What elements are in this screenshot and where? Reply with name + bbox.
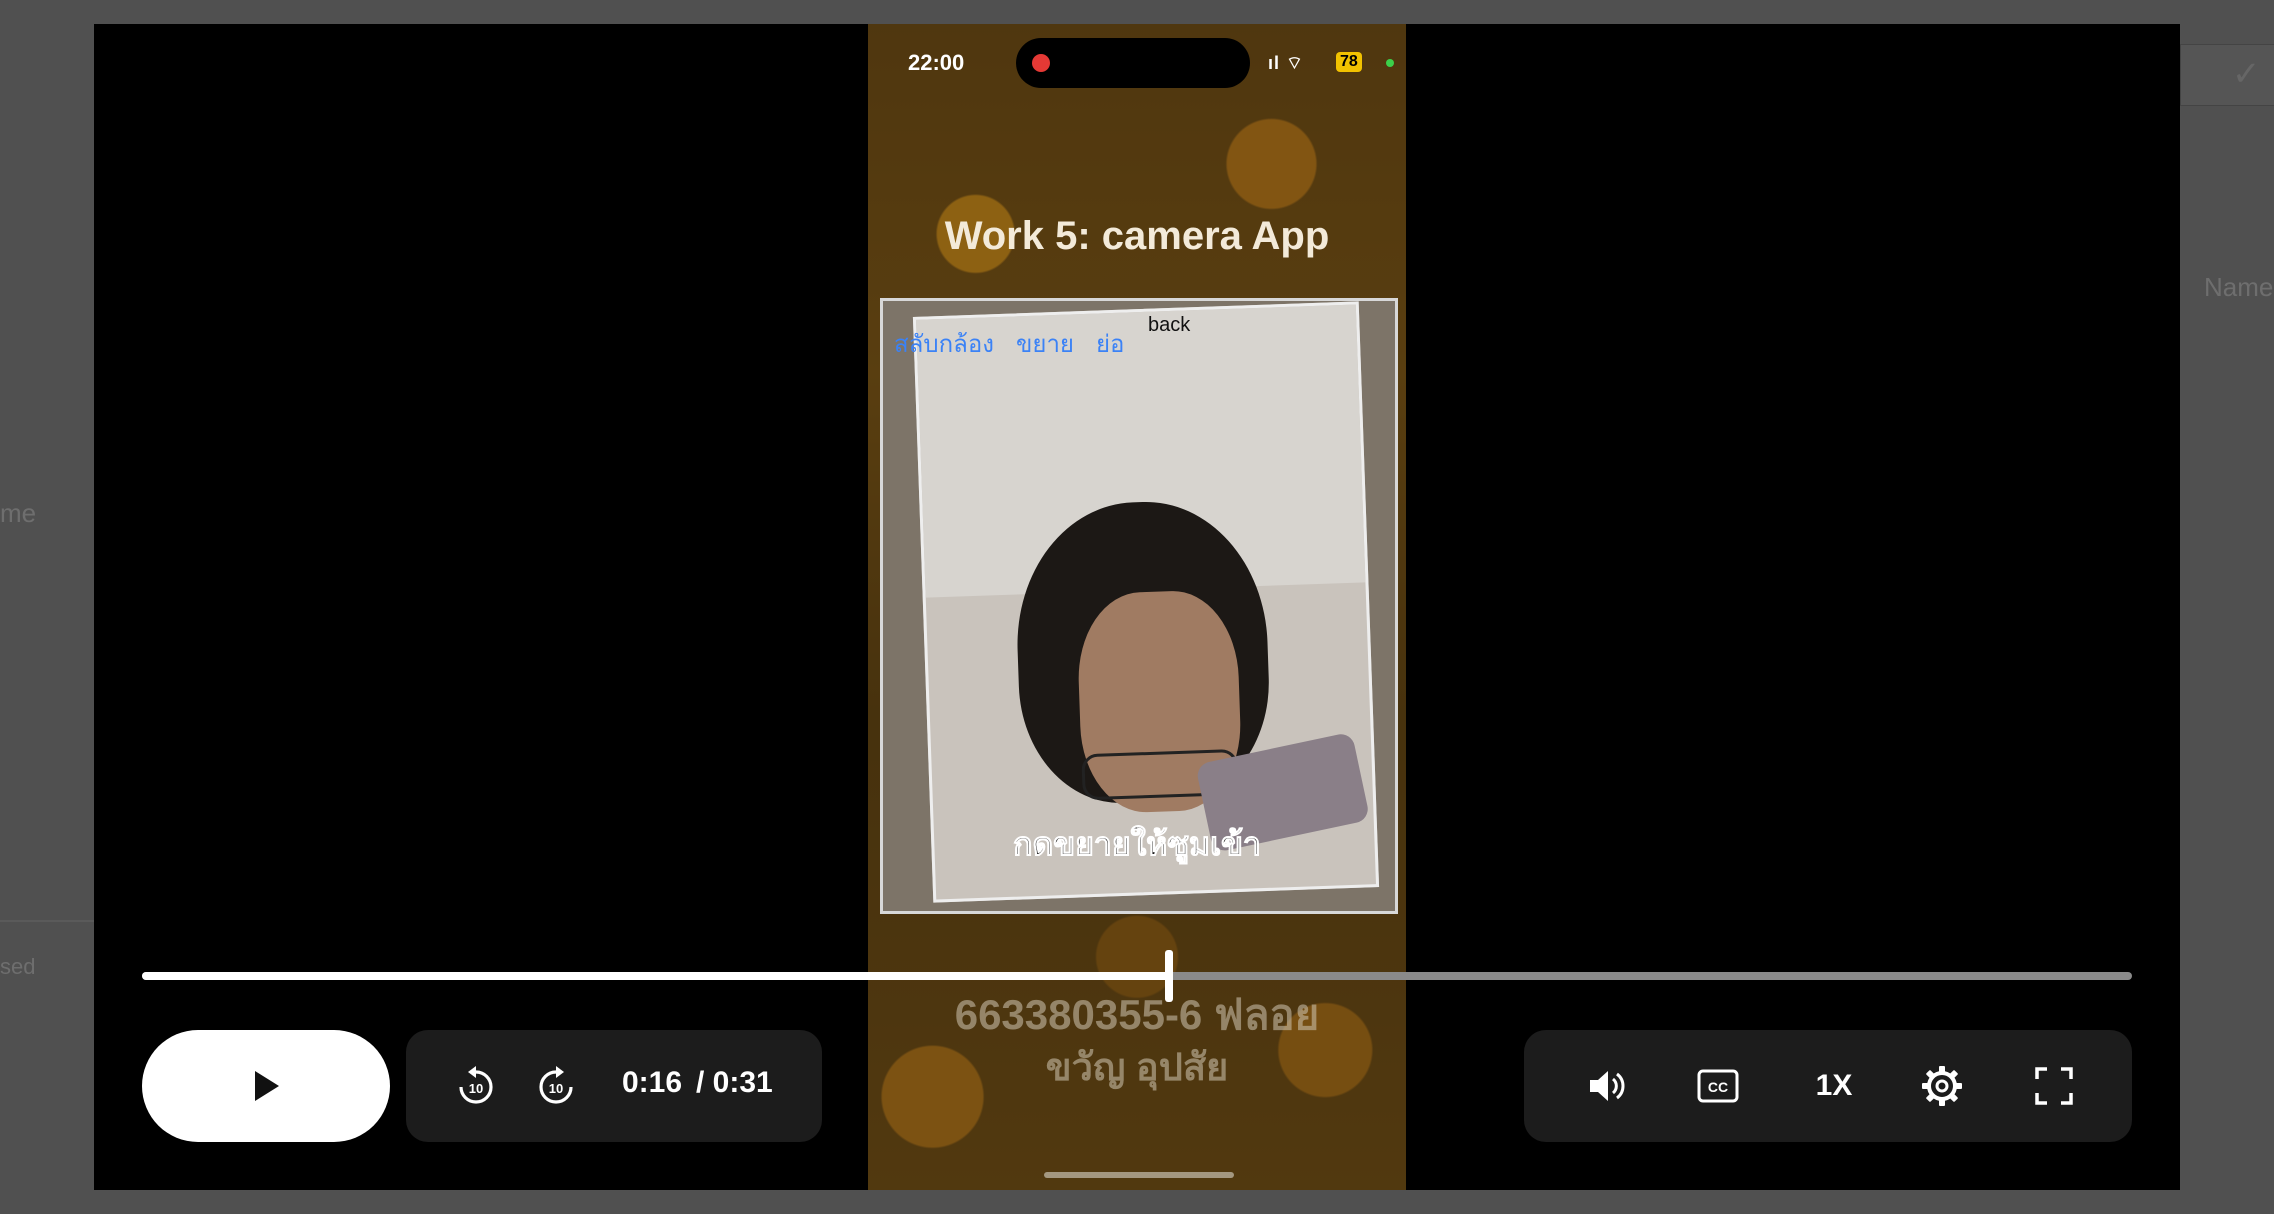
playback-speed-button[interactable]: 1X [1794, 1030, 1874, 1142]
current-time: 0:16 [622, 1066, 683, 1099]
fullscreen-button[interactable] [2024, 1030, 2084, 1142]
progress-track[interactable] [142, 972, 2132, 980]
captions-button[interactable]: CC [1688, 1030, 1748, 1142]
replay-10-icon: 10 [459, 1066, 493, 1104]
dynamic-island [1016, 38, 1250, 88]
battery-badge: 78 [1336, 52, 1362, 72]
forward-10-button[interactable]: 10 [526, 1030, 586, 1142]
settings-button[interactable] [1912, 1030, 1972, 1142]
background-left-label: me [0, 498, 37, 528]
video-frame[interactable]: 22:00 ıl ⌔ 78 Work 5: camera App สลับกล้… [868, 24, 1406, 1190]
volume-button[interactable] [1576, 1030, 1636, 1142]
camera-controls: สลับกล้อง ขยาย ย่อ [894, 324, 1124, 363]
switch-camera-link: สลับกล้อง [894, 331, 994, 358]
progress-thumb[interactable] [1164, 950, 1173, 1002]
recording-dot-icon [1032, 54, 1050, 72]
play-button[interactable] [142, 1030, 390, 1142]
back-link: back [1148, 314, 1191, 336]
student-name-line: ขวัญ อุปสัย [1045, 1047, 1229, 1089]
svg-text:10: 10 [549, 1081, 563, 1096]
forward-10-icon: 10 [539, 1066, 573, 1104]
zoom-in-link: ขยาย [1015, 331, 1074, 358]
svg-text:10: 10 [469, 1081, 483, 1096]
rewind-10-button[interactable]: 10 [446, 1030, 506, 1142]
background-divider [0, 920, 94, 922]
signal-icon: ıl ⌔ [1268, 53, 1304, 73]
progress-fill [142, 972, 1169, 980]
svg-text:CC: CC [1708, 1079, 1728, 1095]
check-icon: ✓ [2232, 55, 2261, 93]
zoom-out-link: ย่อ [1095, 331, 1125, 358]
media-options: CC 1X [1524, 1030, 2132, 1142]
home-indicator [1044, 1172, 1234, 1178]
gear-icon [1922, 1066, 1962, 1106]
app-title: Work 5: camera App [944, 214, 1330, 258]
video-player[interactable]: 22:00 ıl ⌔ 78 Work 5: camera App สลับกล้… [94, 24, 2180, 1190]
status-time: 22:00 [908, 50, 965, 75]
background-name-label: Name [2204, 272, 2274, 302]
volume-icon [1590, 1071, 1625, 1101]
duration: / 0:31 [696, 1066, 773, 1099]
camera-image [912, 301, 1380, 903]
playback-controls: 10 10 0:16 / 0:31 [406, 1030, 822, 1142]
background-bottom-label: sed [0, 954, 36, 979]
video-caption: กดขยายให้ซูมเข้า [1013, 826, 1262, 863]
camera-indicator-icon [1386, 59, 1394, 67]
play-icon [255, 1071, 279, 1101]
fullscreen-icon [2035, 1067, 2073, 1105]
closed-captions-icon: CC [1697, 1069, 1739, 1103]
